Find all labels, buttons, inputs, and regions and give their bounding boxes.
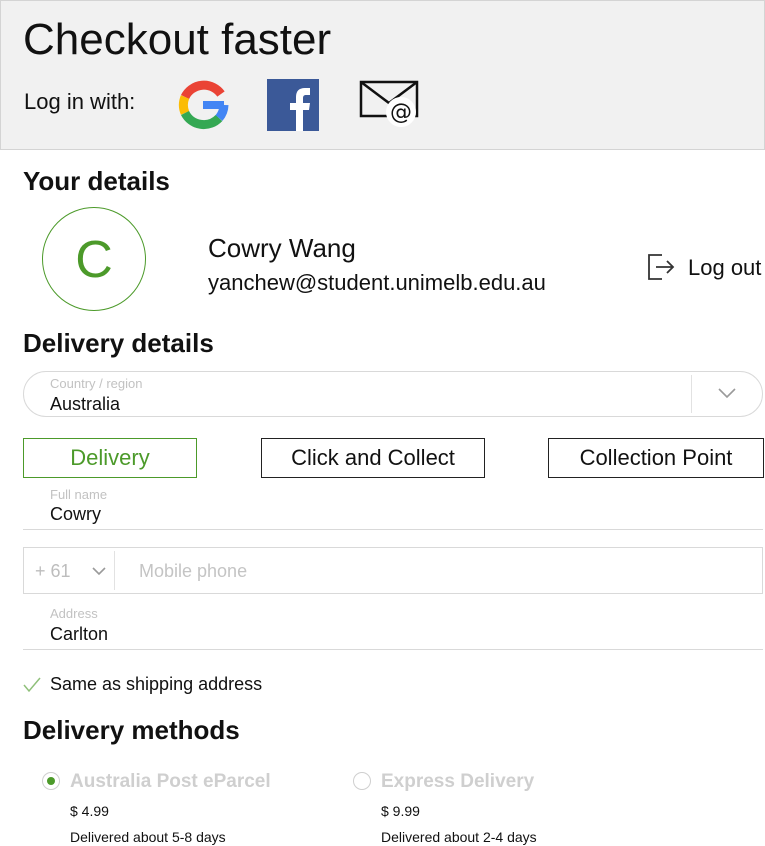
phone-divider [114,551,115,590]
phone-field: + 61 Mobile phone [23,547,763,594]
your-details-heading: Your details [23,166,170,196]
address-field[interactable]: Address Carlton [23,605,763,650]
select-divider [691,375,692,413]
method-name: Australia Post eParcel [70,771,271,792]
country-region-value: Australia [50,394,121,414]
logout-label: Log out [688,255,762,280]
tab-delivery[interactable]: Delivery [23,438,197,478]
same-as-shipping-checkbox[interactable] [23,676,41,694]
method-name: Express Delivery [381,771,535,792]
full-name-value: Cowry [50,504,102,524]
svg-text:@: @ [390,100,412,125]
chevron-down-icon [92,567,106,576]
delivery-methods-heading: Delivery methods [23,715,240,745]
country-code-select[interactable]: + 61 [24,548,114,593]
method-price: $ 4.99 [70,803,109,819]
mobile-phone-input[interactable]: Mobile phone [139,561,247,582]
tab-click-and-collect[interactable]: Click and Collect [261,438,485,478]
radio-express[interactable] [353,772,371,790]
page-title: Checkout faster [23,15,332,64]
full-name-field[interactable]: Full name Cowry [23,486,763,530]
full-name-label: Full name [50,487,108,502]
user-name: Cowry Wang [208,233,356,263]
checkmark-icon [23,677,41,693]
checkout-faster-panel: Checkout faster Log in with: @ [0,0,765,150]
radio-eparcel[interactable] [42,772,60,790]
email-icon: @ [359,80,419,127]
method-eta: Delivered about 2-4 days [381,829,537,845]
method-eta: Delivered about 5-8 days [70,829,226,845]
facebook-icon [267,79,319,131]
tab-collection-point[interactable]: Collection Point [548,438,764,478]
same-as-shipping-label[interactable]: Same as shipping address [50,674,262,695]
facebook-login-button[interactable] [267,79,319,131]
logout-icon [648,254,675,280]
email-login-button[interactable]: @ [359,79,421,131]
avatar: C [42,207,146,311]
chevron-down-icon [718,388,736,399]
login-with-label: Log in with: [24,89,136,114]
country-region-select[interactable]: Country / region Australia [23,371,763,417]
method-price: $ 9.99 [381,803,420,819]
country-code-value: + 61 [35,561,71,581]
user-email: yanchew@student.unimelb.edu.au [208,270,546,295]
address-value: Carlton [50,624,109,644]
country-region-label: Country / region [50,376,143,391]
radio-selected-dot [47,777,55,785]
delivery-details-heading: Delivery details [23,328,214,358]
google-icon [178,80,229,130]
address-label: Address [50,606,98,621]
google-login-button[interactable] [177,79,229,131]
